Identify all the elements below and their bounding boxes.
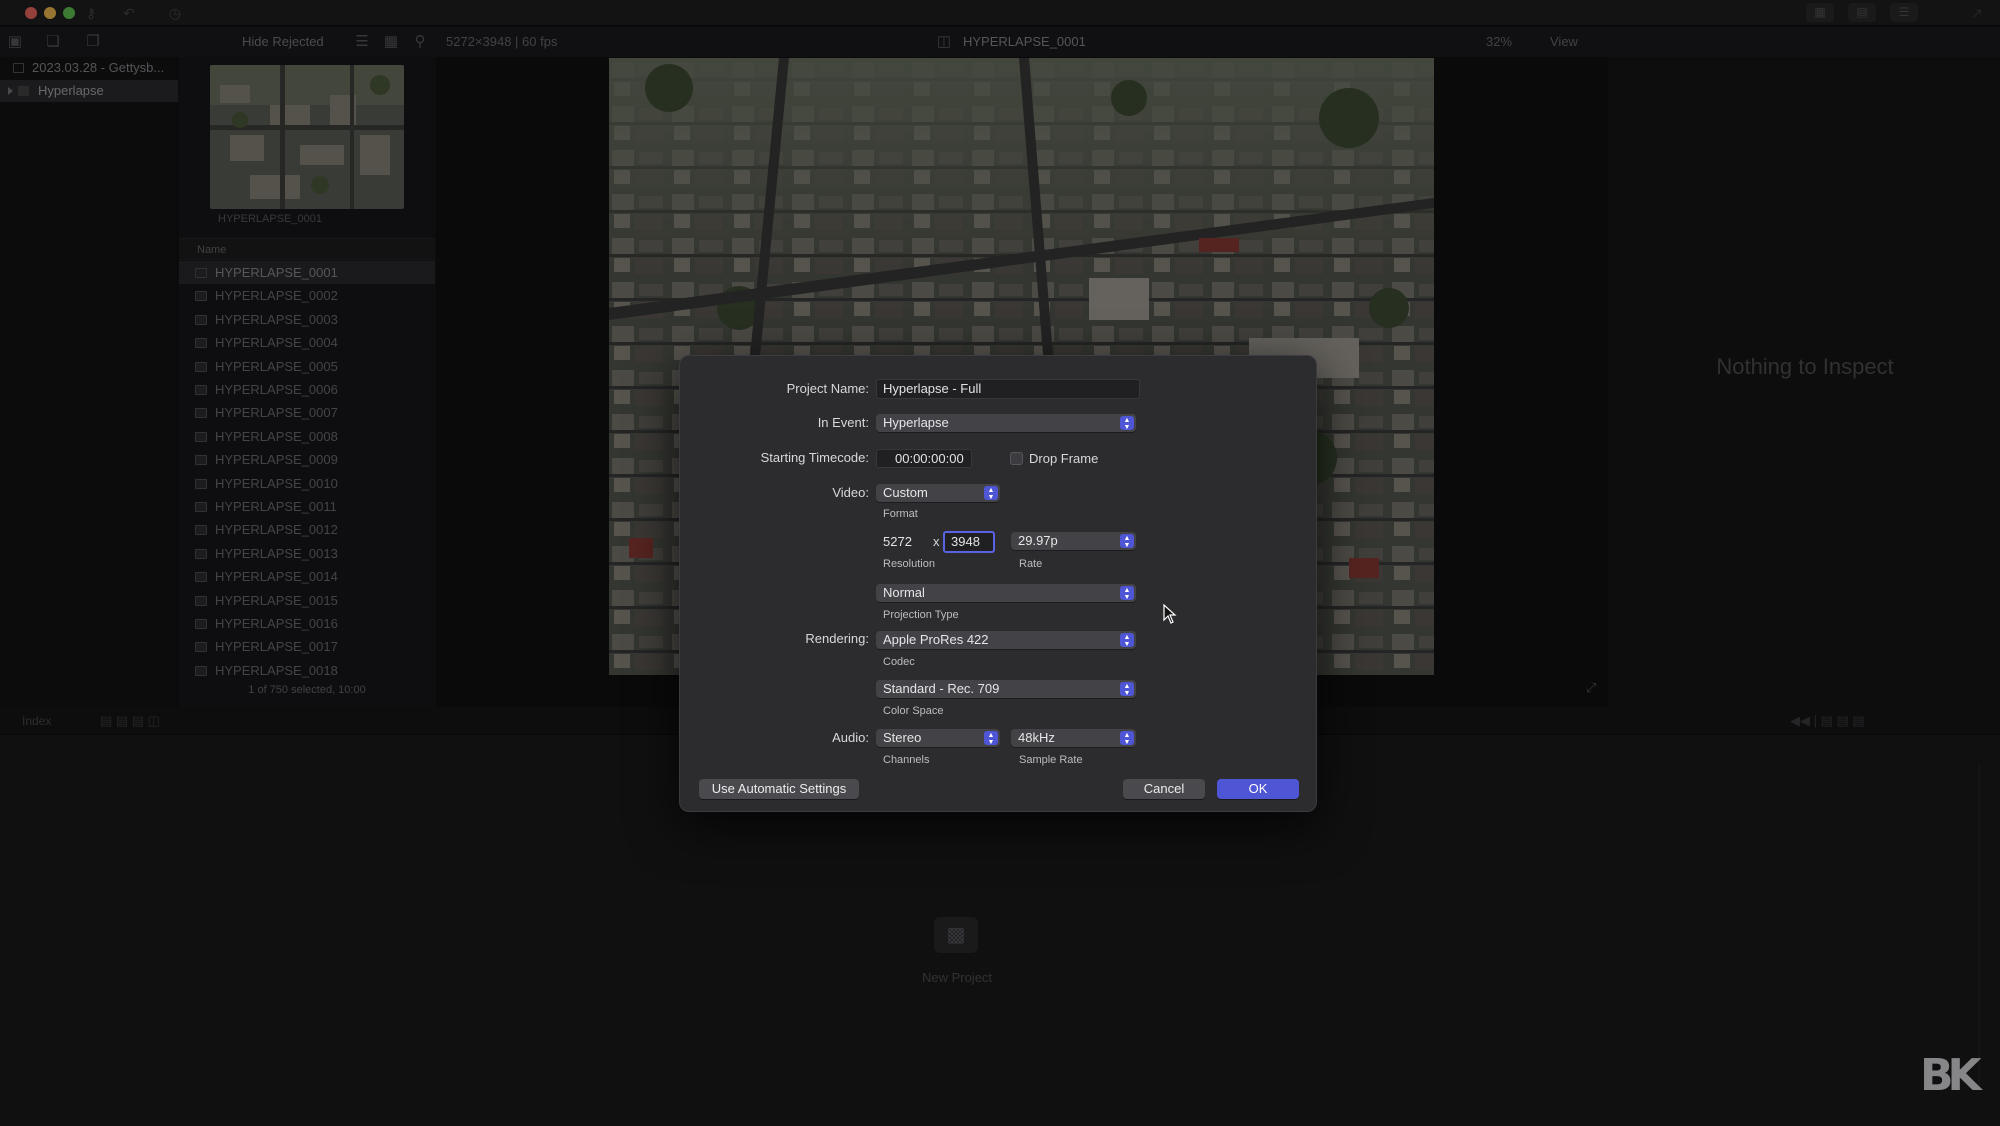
- popup-stepper-icon: ▲ ▼: [1120, 534, 1134, 549]
- codec-popup[interactable]: Apple ProRes 422 ▲ ▼: [876, 631, 1136, 649]
- sample-rate-caption: Sample Rate: [1019, 754, 1083, 766]
- in-event-value: Hyperlapse: [883, 415, 949, 430]
- popup-stepper-icon: ▲ ▼: [1120, 682, 1134, 697]
- in-event-popup[interactable]: Hyperlapse ▲ ▼: [876, 414, 1136, 432]
- rate-caption: Rate: [1019, 558, 1043, 570]
- starting-timecode-label: Starting Timecode:: [760, 450, 869, 465]
- drop-frame-checkbox[interactable]: [1010, 452, 1023, 465]
- color-space-caption: Color Space: [883, 705, 944, 717]
- format-caption: Format: [883, 508, 918, 520]
- rate-value: 29.97p: [1018, 533, 1058, 548]
- popup-stepper-icon: ▲ ▼: [1120, 633, 1134, 648]
- starting-timecode-field[interactable]: 00:00:00:00: [876, 449, 972, 468]
- color-space-value: Standard - Rec. 709: [883, 681, 1000, 696]
- format-popup[interactable]: Custom ▲ ▼: [876, 484, 1000, 502]
- format-value: Custom: [883, 485, 928, 500]
- sample-rate-popup[interactable]: 48kHz ▲ ▼: [1011, 729, 1136, 747]
- project-name-label: Project Name:: [786, 381, 869, 396]
- use-automatic-settings-button[interactable]: Use Automatic Settings: [699, 779, 859, 799]
- resolution-width-field[interactable]: 5272: [876, 532, 930, 552]
- popup-stepper-icon: ▲ ▼: [984, 731, 998, 746]
- popup-stepper-icon: ▲ ▼: [1120, 586, 1134, 601]
- resolution-caption: Resolution: [883, 558, 935, 570]
- codec-caption: Codec: [883, 656, 915, 668]
- color-space-popup[interactable]: Standard - Rec. 709 ▲ ▼: [876, 680, 1136, 698]
- popup-stepper-icon: ▲ ▼: [1120, 731, 1134, 746]
- ok-button[interactable]: OK: [1217, 779, 1299, 799]
- cancel-button[interactable]: Cancel: [1123, 779, 1205, 799]
- channels-caption: Channels: [883, 754, 930, 766]
- codec-value: Apple ProRes 422: [883, 632, 989, 647]
- resolution-x-separator: x: [933, 534, 940, 549]
- projection-value: Normal: [883, 585, 925, 600]
- drop-frame-label: Drop Frame: [1029, 451, 1099, 466]
- popup-stepper-icon: ▲ ▼: [984, 486, 998, 501]
- channels-popup[interactable]: Stereo ▲ ▼: [876, 729, 1000, 747]
- popup-stepper-icon: ▲ ▼: [1120, 416, 1134, 431]
- audio-label: Audio:: [832, 730, 869, 745]
- final-cut-pro-window: ⚷ ↶ ◷ ▦ ▤ ☰ ↗ ▣ ❏ ❐ Hide Rejected ☰ ▦ ⚲ …: [0, 0, 2000, 1126]
- rendering-label: Rendering:: [805, 631, 869, 646]
- video-label: Video:: [832, 485, 869, 500]
- project-name-field[interactable]: Hyperlapse - Full: [876, 379, 1140, 399]
- channels-value: Stereo: [883, 730, 922, 745]
- resolution-height-field[interactable]: 3948: [943, 531, 995, 553]
- mouse-pointer-icon: [1163, 604, 1177, 624]
- projection-caption: Projection Type: [883, 609, 959, 621]
- projection-type-popup[interactable]: Normal ▲ ▼: [876, 584, 1136, 602]
- new-project-dialog: Project Name: Hyperlapse - Full In Event…: [679, 355, 1317, 812]
- in-event-label: In Event:: [817, 415, 869, 430]
- rate-popup[interactable]: 29.97p ▲ ▼: [1011, 532, 1136, 550]
- sample-rate-value: 48kHz: [1018, 730, 1055, 745]
